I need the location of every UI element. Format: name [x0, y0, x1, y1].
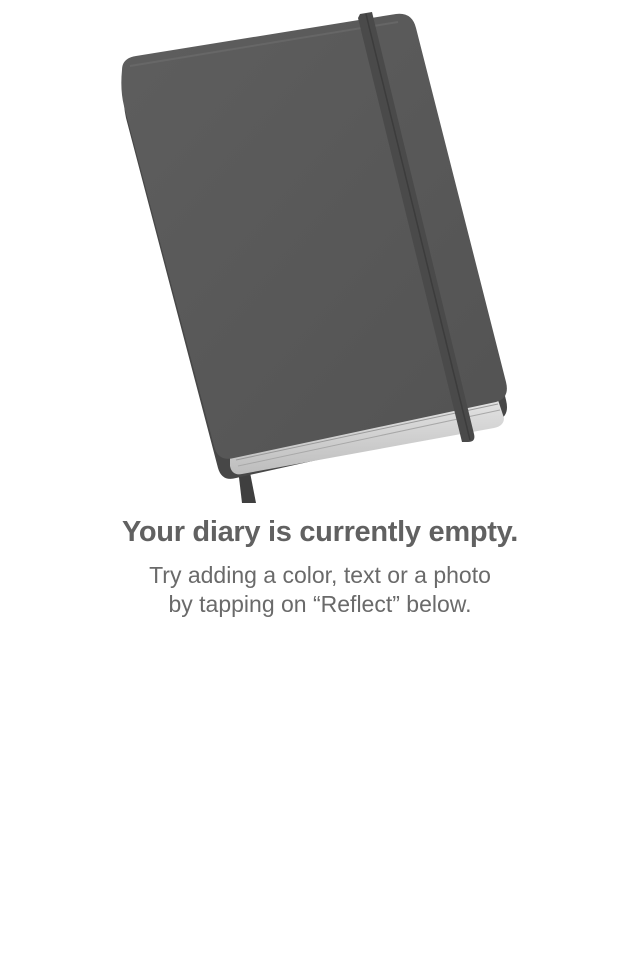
empty-state-hint: Try adding a color, text or a photo by t…	[0, 561, 640, 619]
notebook-icon	[121, 12, 507, 503]
empty-state-title: Your diary is currently empty.	[121, 516, 519, 548]
hint-line-1: Try adding a color, text or a photo	[149, 562, 491, 588]
empty-diary-state: Your diary is currently empty. Try addin…	[0, 0, 640, 960]
notebook-cover	[121, 13, 507, 459]
hint-line-2: by tapping on “Reflect” below.	[168, 591, 472, 617]
